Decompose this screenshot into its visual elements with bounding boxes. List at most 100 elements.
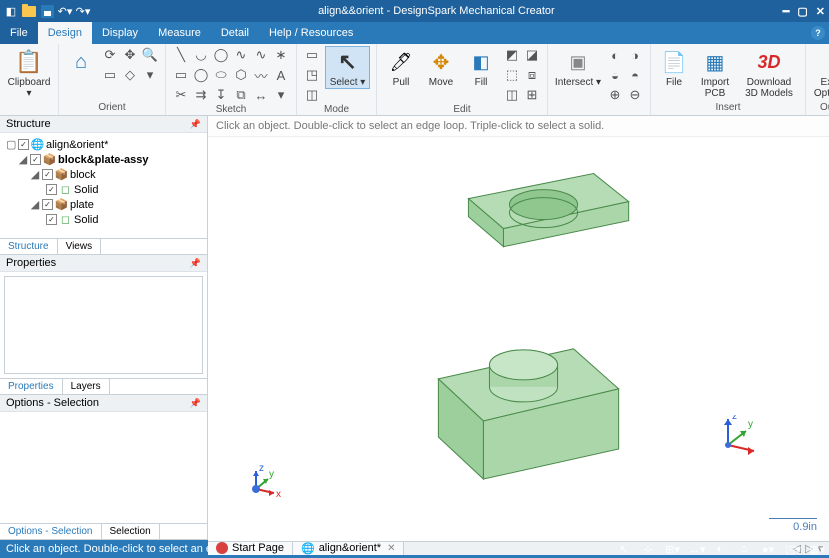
- open-icon[interactable]: [22, 4, 36, 18]
- tree-toggle[interactable]: ◢: [30, 168, 40, 181]
- trim-icon[interactable]: ✂: [172, 86, 190, 104]
- tree-solid[interactable]: Solid: [74, 184, 98, 196]
- mode2d-icon[interactable]: ▭: [303, 46, 321, 64]
- line-icon[interactable]: ╲: [172, 46, 190, 64]
- undo-icon[interactable]: ↶▾: [58, 4, 72, 18]
- int6-icon[interactable]: ⊖: [626, 86, 644, 104]
- int5-icon[interactable]: ⊕: [606, 86, 624, 104]
- tree-block[interactable]: block: [70, 169, 96, 181]
- tree-check[interactable]: ✓: [46, 184, 57, 195]
- maximize-button[interactable]: ▢: [797, 5, 807, 18]
- int1-icon[interactable]: ◐: [606, 46, 624, 64]
- tree-assy[interactable]: block&plate-assy: [58, 154, 148, 166]
- sb-grid-icon[interactable]: ⊞▾: [665, 543, 679, 556]
- import-pcb-button[interactable]: Import PCB: [695, 46, 735, 99]
- clipboard-button[interactable]: Clipboard ▾: [6, 46, 52, 99]
- help-button[interactable]: ?: [807, 22, 829, 44]
- pin-icon[interactable]: 📌: [190, 119, 201, 130]
- spline1-icon[interactable]: ∿: [232, 46, 250, 64]
- offset-icon[interactable]: ⇉: [192, 86, 210, 104]
- tab-display[interactable]: Display: [92, 22, 148, 44]
- tree-solid2[interactable]: Solid: [74, 214, 98, 226]
- tab-layers[interactable]: Layers: [63, 379, 110, 394]
- tree-toggle[interactable]: ◢: [18, 153, 28, 166]
- spin-icon[interactable]: ⟳: [101, 46, 119, 64]
- point-icon[interactable]: ∗: [272, 46, 290, 64]
- tab-options[interactable]: Options - Selection: [0, 524, 102, 539]
- text-icon[interactable]: A: [272, 66, 290, 84]
- select-button[interactable]: Select ▾: [325, 46, 370, 89]
- sb-shade-icon[interactable]: ▦▾: [809, 543, 823, 556]
- tree-check[interactable]: ✓: [42, 199, 53, 210]
- curve-icon[interactable]: 〰: [252, 66, 270, 84]
- tree-check[interactable]: ✓: [42, 169, 53, 180]
- pin-icon[interactable]: 📌: [190, 258, 201, 269]
- construct-icon[interactable]: ⧉: [232, 86, 250, 104]
- edit4-icon[interactable]: ⧈: [523, 66, 541, 84]
- spline2-icon[interactable]: ∿: [252, 46, 270, 64]
- tree-check[interactable]: ✓: [46, 214, 57, 225]
- sb-clip-icon[interactable]: ◐: [713, 543, 727, 555]
- move-triad[interactable]: x y z: [698, 415, 758, 475]
- view-triad[interactable]: x y z: [234, 467, 278, 511]
- tab-detail[interactable]: Detail: [211, 22, 259, 44]
- tree-check[interactable]: ✓: [18, 139, 29, 150]
- tab-structure[interactable]: Structure: [0, 239, 58, 254]
- edit2-icon[interactable]: ◪: [523, 46, 541, 64]
- tab-help[interactable]: Help / Resources: [259, 22, 363, 44]
- look-icon[interactable]: ▾: [141, 66, 159, 84]
- tab-document[interactable]: 🌐align&orient*✕: [293, 542, 404, 555]
- project-icon[interactable]: ↧: [212, 86, 230, 104]
- dim-icon[interactable]: ↔: [252, 86, 270, 104]
- close-button[interactable]: ✕: [816, 5, 825, 18]
- insert-file-button[interactable]: File: [657, 46, 691, 88]
- tab-selection[interactable]: Selection: [102, 524, 160, 539]
- rect-icon[interactable]: ▭: [172, 66, 190, 84]
- 3d-canvas[interactable]: x y z x y z 0.9in: [208, 137, 829, 541]
- sb-snap-icon[interactable]: ⊹: [641, 543, 655, 556]
- poly-icon[interactable]: ⬡: [232, 66, 250, 84]
- download-3d-button[interactable]: 3D Download 3D Models: [739, 46, 799, 99]
- redo-icon[interactable]: ↷▾: [76, 4, 90, 18]
- mode3d-icon[interactable]: ◳: [303, 66, 321, 84]
- sb-cursor-icon[interactable]: ↖: [617, 543, 631, 556]
- block-solid[interactable]: [438, 349, 618, 479]
- int3-icon[interactable]: ◒: [606, 66, 624, 84]
- close-tab-icon[interactable]: ✕: [387, 543, 395, 554]
- tree-root[interactable]: align&orient*: [46, 139, 108, 151]
- intersect-button[interactable]: Intersect ▾: [554, 46, 602, 88]
- home-view-button[interactable]: [65, 46, 97, 76]
- int4-icon[interactable]: ◓: [626, 66, 644, 84]
- edit5-icon[interactable]: ◫: [503, 86, 521, 104]
- sb-style-icon[interactable]: ●▾: [761, 543, 775, 556]
- tab-measure[interactable]: Measure: [148, 22, 211, 44]
- move-button[interactable]: Move: [423, 46, 459, 88]
- pan-icon[interactable]: ✥: [121, 46, 139, 64]
- plane-icon[interactable]: ◇: [121, 66, 139, 84]
- view-icon[interactable]: ▭: [101, 66, 119, 84]
- edit3-icon[interactable]: ⬚: [503, 66, 521, 84]
- more-icon[interactable]: ▾: [272, 86, 290, 104]
- tab-views[interactable]: Views: [58, 239, 102, 254]
- ellipse-icon[interactable]: ⬭: [212, 66, 230, 84]
- plate-solid[interactable]: [468, 174, 628, 247]
- pin-icon[interactable]: 📌: [190, 398, 201, 409]
- int2-icon[interactable]: ◑: [626, 46, 644, 64]
- pull-button[interactable]: Pull: [383, 46, 419, 88]
- save-icon[interactable]: [40, 4, 54, 18]
- zoom-icon[interactable]: 🔍: [141, 46, 159, 64]
- tree-check[interactable]: ✓: [30, 154, 41, 165]
- tree-toggle[interactable]: ◢: [30, 198, 40, 211]
- sb-view-icon[interactable]: ◳▾: [785, 543, 799, 556]
- arc-icon[interactable]: ◡: [192, 46, 210, 64]
- sb-home-icon[interactable]: ⌂: [737, 543, 751, 555]
- circle3-icon[interactable]: ◯: [212, 46, 230, 64]
- tree-plate[interactable]: plate: [70, 199, 94, 211]
- export-options-button[interactable]: Export Options ▾: [812, 46, 829, 99]
- tree-toggle[interactable]: ▢: [6, 138, 16, 151]
- circle-icon[interactable]: ◯: [192, 66, 210, 84]
- fill-button[interactable]: Fill: [463, 46, 499, 88]
- tab-start-page[interactable]: Start Page: [208, 542, 293, 555]
- sb-axis-icon[interactable]: ↔▾: [689, 543, 703, 556]
- modesec-icon[interactable]: ◫: [303, 86, 321, 104]
